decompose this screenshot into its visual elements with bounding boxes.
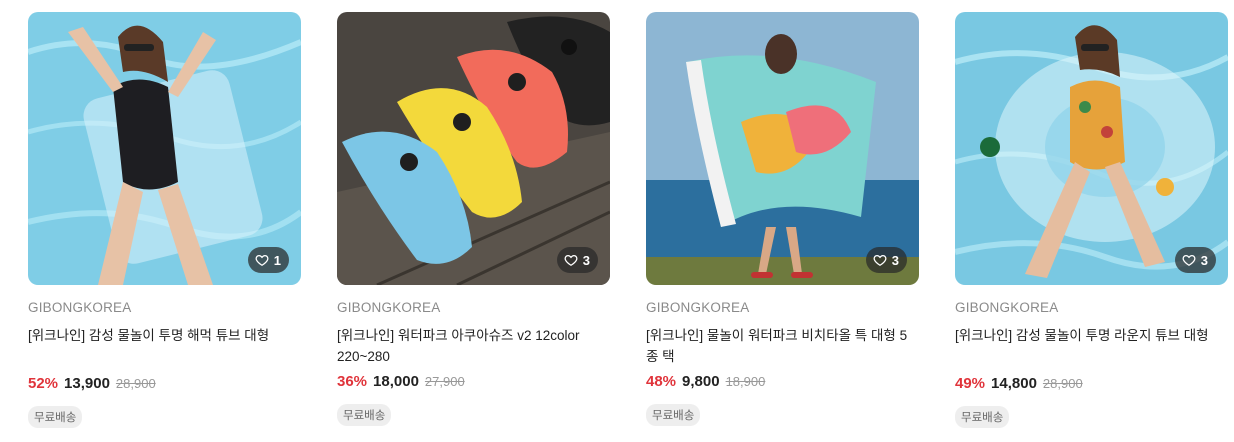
price-row: 49% 14,800 28,900 [955, 375, 1228, 392]
brand-name[interactable]: GIBONGKOREA [646, 300, 919, 315]
original-price: 28,900 [115, 376, 156, 391]
product-title[interactable]: [위크나인] 감성 물놀이 투명 해먹 튜브 대형 [28, 325, 301, 367]
brand-name[interactable]: GIBONGKOREA [955, 300, 1228, 315]
free-shipping-badge: 무료배송 [955, 406, 1010, 428]
discount-rate: 52% [28, 375, 59, 392]
product-title[interactable]: [위크나인] 물놀이 워터파크 비치타올 특 대형 5종 택 [646, 325, 919, 367]
heart-icon [1182, 254, 1196, 267]
sale-price: 13,900 [64, 375, 110, 392]
like-counter[interactable]: 1 [247, 247, 289, 273]
sale-price: 9,800 [682, 373, 720, 390]
like-count: 3 [582, 252, 590, 268]
heart-icon [564, 254, 578, 267]
product-card[interactable]: 3 GIBONGKOREA [위크나인] 감성 물놀이 투명 라운지 튜브 대형… [955, 12, 1228, 437]
product-card[interactable]: 3 GIBONGKOREA [위크나인] 워터파크 아쿠아슈즈 v2 12col… [337, 12, 610, 437]
product-image[interactable]: 3 [955, 12, 1228, 285]
discount-rate: 36% [337, 373, 368, 390]
like-counter[interactable]: 3 [556, 247, 598, 273]
product-image[interactable]: 3 [646, 12, 919, 285]
product-image[interactable]: 3 [337, 12, 610, 285]
product-card[interactable]: 3 GIBONGKOREA [위크나인] 물놀이 워터파크 비치타올 특 대형 … [646, 12, 919, 437]
price-row: 48% 9,800 18,900 [646, 373, 919, 390]
product-image[interactable]: 1 [28, 12, 301, 285]
free-shipping-badge: 무료배송 [646, 404, 701, 426]
product-title[interactable]: [위크나인] 감성 물놀이 투명 라운지 튜브 대형 [955, 325, 1228, 367]
sale-price: 14,800 [991, 375, 1037, 392]
product-grid: 1 GIBONGKOREA [위크나인] 감성 물놀이 투명 해먹 튜브 대형 … [0, 0, 1234, 442]
photo-beach-towel [646, 12, 919, 285]
original-price: 28,900 [1042, 376, 1083, 391]
price-row: 36% 18,000 27,900 [337, 373, 610, 390]
product-card[interactable]: 1 GIBONGKOREA [위크나인] 감성 물놀이 투명 해먹 튜브 대형 … [28, 12, 301, 437]
discount-rate: 48% [646, 373, 677, 390]
photo-lounge-tube [955, 12, 1228, 285]
original-price: 27,900 [424, 374, 465, 389]
free-shipping-badge: 무료배송 [28, 406, 83, 428]
like-count: 1 [273, 252, 281, 268]
free-shipping-badge: 무료배송 [337, 404, 392, 426]
photo-swimsuit-hammock [28, 12, 301, 285]
discount-rate: 49% [955, 375, 986, 392]
original-price: 18,900 [725, 374, 766, 389]
heart-icon [255, 254, 269, 267]
heart-icon [873, 254, 887, 267]
price-row: 52% 13,900 28,900 [28, 375, 301, 392]
brand-name[interactable]: GIBONGKOREA [28, 300, 301, 315]
brand-name[interactable]: GIBONGKOREA [337, 300, 610, 315]
like-counter[interactable]: 3 [1174, 247, 1216, 273]
like-count: 3 [1200, 252, 1208, 268]
product-title[interactable]: [위크나인] 워터파크 아쿠아슈즈 v2 12color 220~280 [337, 325, 610, 367]
sale-price: 18,000 [373, 373, 419, 390]
like-counter[interactable]: 3 [865, 247, 907, 273]
like-count: 3 [891, 252, 899, 268]
photo-aqua-shoes [337, 12, 610, 285]
